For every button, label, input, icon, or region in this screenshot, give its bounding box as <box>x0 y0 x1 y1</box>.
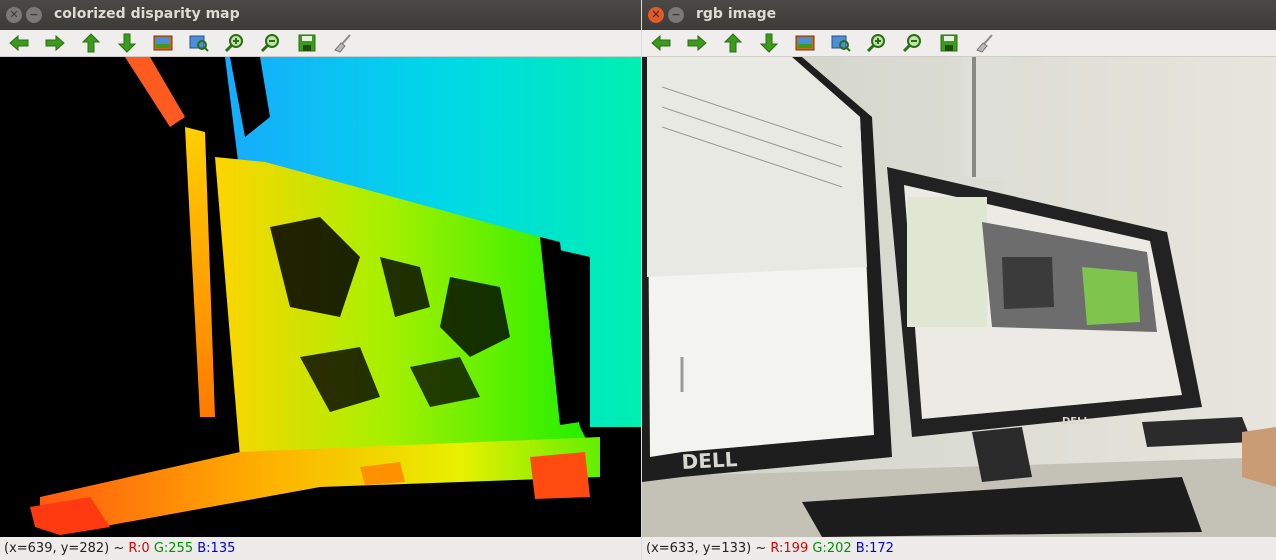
status-blue: B:172 <box>855 541 894 556</box>
arrow-down-icon <box>759 33 779 53</box>
rgb-window: ✕ − rgb image DELL DELL (x=633, y=133) ~… <box>642 0 1276 560</box>
pan-right-button[interactable] <box>684 32 710 54</box>
zoom-original-icon <box>189 35 209 52</box>
status-coords: (x=639, y=282) <box>4 541 110 556</box>
zoom-in-icon <box>224 34 243 53</box>
save-button[interactable] <box>936 32 962 54</box>
zoom-in-button[interactable] <box>864 32 890 54</box>
disparity-window: ✕ − colorized disparity map (x=639, y=28… <box>0 0 641 560</box>
disparity-image[interactable] <box>0 57 641 537</box>
toolbar <box>0 30 641 57</box>
properties-icon <box>334 34 351 53</box>
close-button[interactable]: ✕ <box>6 7 22 23</box>
pan-up-button[interactable] <box>720 32 746 54</box>
pan-down-button[interactable] <box>756 32 782 54</box>
minimize-button[interactable]: − <box>668 7 684 23</box>
window-title: rgb image <box>696 6 777 22</box>
title-bar[interactable]: ✕ − rgb image <box>642 0 1276 30</box>
save-icon <box>940 34 958 52</box>
arrow-up-icon <box>723 33 743 53</box>
properties-button[interactable] <box>330 32 356 54</box>
zoom-out-icon <box>260 34 279 53</box>
arrow-down-icon <box>117 33 137 53</box>
save-icon <box>298 34 316 52</box>
status-separator: ~ <box>751 541 771 556</box>
status-red: R:199 <box>770 541 809 556</box>
status-separator: ~ <box>109 541 129 556</box>
status-bar: (x=633, y=133) ~ R:199 G:202 B:172 <box>642 538 1276 560</box>
pan-left-button[interactable] <box>648 32 674 54</box>
monitor-right-brand: DELL <box>1062 416 1091 427</box>
arrow-up-icon <box>81 33 101 53</box>
pan-up-button[interactable] <box>78 32 104 54</box>
zoom-out-icon <box>902 34 921 53</box>
zoom-original-button[interactable] <box>828 32 854 54</box>
zoom-fit-button[interactable] <box>150 32 176 54</box>
zoom-in-button[interactable] <box>222 32 248 54</box>
arrow-right-icon <box>45 34 65 52</box>
arrow-left-icon <box>651 34 671 52</box>
zoom-fit-button[interactable] <box>792 32 818 54</box>
zoom-out-button[interactable] <box>900 32 926 54</box>
arrow-left-icon <box>9 34 29 52</box>
zoom-fit-icon <box>153 35 173 51</box>
status-red: R:0 <box>128 541 150 556</box>
minimize-button[interactable]: − <box>26 7 42 23</box>
zoom-in-icon <box>866 34 885 53</box>
pan-right-button[interactable] <box>42 32 68 54</box>
zoom-original-icon <box>831 35 851 52</box>
window-title: colorized disparity map <box>54 6 240 22</box>
save-button[interactable] <box>294 32 320 54</box>
title-bar[interactable]: ✕ − colorized disparity map <box>0 0 641 30</box>
close-button[interactable]: ✕ <box>648 7 664 23</box>
properties-icon <box>976 34 993 53</box>
zoom-fit-icon <box>795 35 815 51</box>
status-bar: (x=639, y=282) ~ R:0 G:255 B:135 <box>0 538 641 560</box>
toolbar <box>642 30 1276 57</box>
status-coords: (x=633, y=133) <box>646 541 752 556</box>
status-blue: B:135 <box>197 541 236 556</box>
zoom-out-button[interactable] <box>258 32 284 54</box>
pan-down-button[interactable] <box>114 32 140 54</box>
rgb-image[interactable]: DELL DELL <box>642 57 1276 537</box>
zoom-original-button[interactable] <box>186 32 212 54</box>
rgb-photo-graphic: DELL DELL <box>642 57 1276 537</box>
properties-button[interactable] <box>972 32 998 54</box>
disparity-map-graphic <box>0 57 641 537</box>
status-green: G:202 <box>812 541 852 556</box>
status-green: G:255 <box>153 541 194 556</box>
monitor-left-brand: DELL <box>681 447 738 474</box>
pan-left-button[interactable] <box>6 32 32 54</box>
arrow-right-icon <box>687 34 707 52</box>
